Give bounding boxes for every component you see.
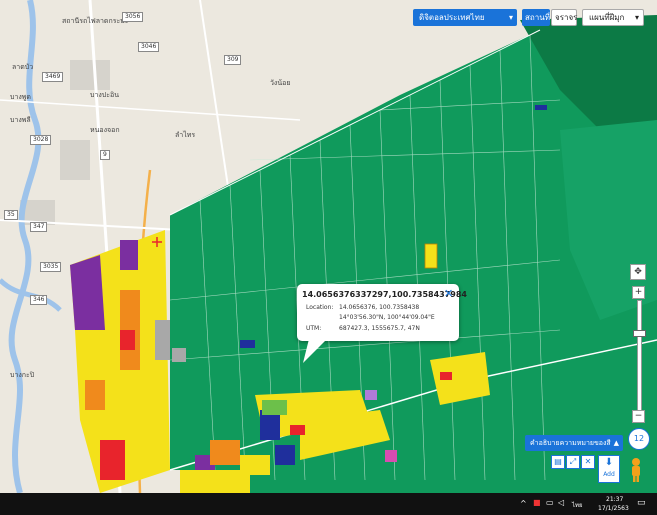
add-label: Add — [603, 471, 615, 478]
clock-time[interactable]: 21:37 — [606, 496, 623, 503]
map-label: บางกะปิ — [10, 371, 35, 379]
zoom-level-control[interactable]: 12 — [628, 428, 650, 450]
road-shield: 35 — [4, 210, 18, 220]
road-shield: 3046 — [138, 42, 160, 52]
network-icon[interactable]: ▭ — [546, 498, 554, 507]
traffic-button[interactable]: จราจร — [551, 9, 577, 26]
map-label: ลำไทร — [175, 131, 196, 139]
zoom-slider-track[interactable] — [637, 300, 642, 412]
road-shield: 3056 — [122, 12, 144, 22]
pin-icon: ⬇ — [604, 457, 614, 468]
road-shield: 3028 — [30, 135, 52, 145]
popup-title: 14.0656376337297,100.7358437984 — [302, 290, 467, 299]
zoom-level: 12 — [633, 434, 645, 443]
notification-icon[interactable]: ▭ — [637, 498, 646, 508]
location-label: Location: — [306, 304, 334, 311]
map-label: บางปะอิน — [90, 91, 119, 99]
legend-button[interactable]: คำอธิบายความหมายของสี ▲ — [525, 435, 623, 451]
coordinate-popup: 14.0656376337297,100.7358437984 ✕ Locati… — [297, 284, 467, 341]
place-button[interactable]: สถานที่ — [522, 9, 550, 26]
road-shield: 347 — [30, 222, 48, 232]
map-label: บางพลี — [10, 116, 31, 124]
map-label: วังน้อย — [270, 79, 291, 87]
layers-icon[interactable]: ▤ — [551, 455, 565, 469]
windows-taskbar: ^ ■ ▭ ◁ ไทย 21:37 17/1/2563 ▭ — [0, 493, 657, 515]
legend-button-label: คำอธิบายความหมายของสี — [530, 439, 611, 447]
utm-label: UTM: — [306, 325, 322, 332]
road-shield: 3035 — [40, 262, 62, 272]
zoom-out-button[interactable]: − — [632, 410, 645, 423]
province-select[interactable]: ดิจิตอลประเทศไทย ▾ — [413, 9, 517, 26]
road-shield: 3469 — [42, 72, 64, 82]
map-label: บางพูด — [10, 93, 31, 101]
zoom-slider-handle[interactable] — [633, 330, 646, 337]
map-canvas[interactable]: สถานีรถไฟลาดกระบัง ลาดบัว บางพูด บางปะอิ… — [0, 0, 657, 493]
zoom-in-button[interactable]: + — [632, 286, 645, 299]
pan-icon: ✥ — [634, 267, 642, 277]
clock-date[interactable]: 17/1/2563 — [598, 505, 629, 512]
road-shield: 309 — [224, 55, 242, 65]
close-icon[interactable]: ✕ — [444, 287, 453, 300]
location-value: 14.0656376, 100.7358438 — [339, 304, 420, 311]
chevron-down-icon: ▾ — [508, 13, 513, 22]
chevron-up-icon: ▲ — [613, 439, 619, 447]
volume-icon[interactable]: ◁ — [558, 498, 564, 507]
land-use-overlay — [0, 0, 657, 493]
utm-value: 687427.3, 1555675.7, 47N — [339, 325, 420, 332]
map-type-select-label: แผนที่ฝีมุก — [589, 13, 625, 22]
map-label: หนองจอก — [90, 126, 120, 134]
add-pin-button[interactable]: ⬇ Add — [598, 455, 620, 483]
chevron-up-icon[interactable]: ^ — [520, 499, 527, 508]
province-select-label: ดิจิตอลประเทศไทย — [419, 13, 485, 22]
road-shield: 346 — [30, 295, 48, 305]
road-shield: 9 — [100, 150, 110, 160]
dms-value: 14°03'56.30"N, 100°44'09.04"E — [339, 314, 435, 321]
map-label: ลาดบัว — [12, 63, 34, 71]
close-icon[interactable]: ✕ — [581, 455, 595, 469]
pan-control[interactable]: ✥ — [630, 264, 646, 280]
measure-icon[interactable]: ⤢ — [566, 455, 580, 469]
antivirus-icon[interactable]: ■ — [533, 498, 541, 507]
language-indicator[interactable]: ไทย — [572, 500, 583, 510]
chevron-down-icon: ▾ — [634, 13, 639, 22]
popup-pointer — [303, 339, 327, 363]
map-label: สถานีรถไฟลาดกระบัง — [62, 17, 129, 25]
street-view-pegman-icon[interactable] — [627, 457, 645, 483]
map-type-select[interactable]: แผนที่ฝีมุก ▾ — [582, 9, 644, 26]
